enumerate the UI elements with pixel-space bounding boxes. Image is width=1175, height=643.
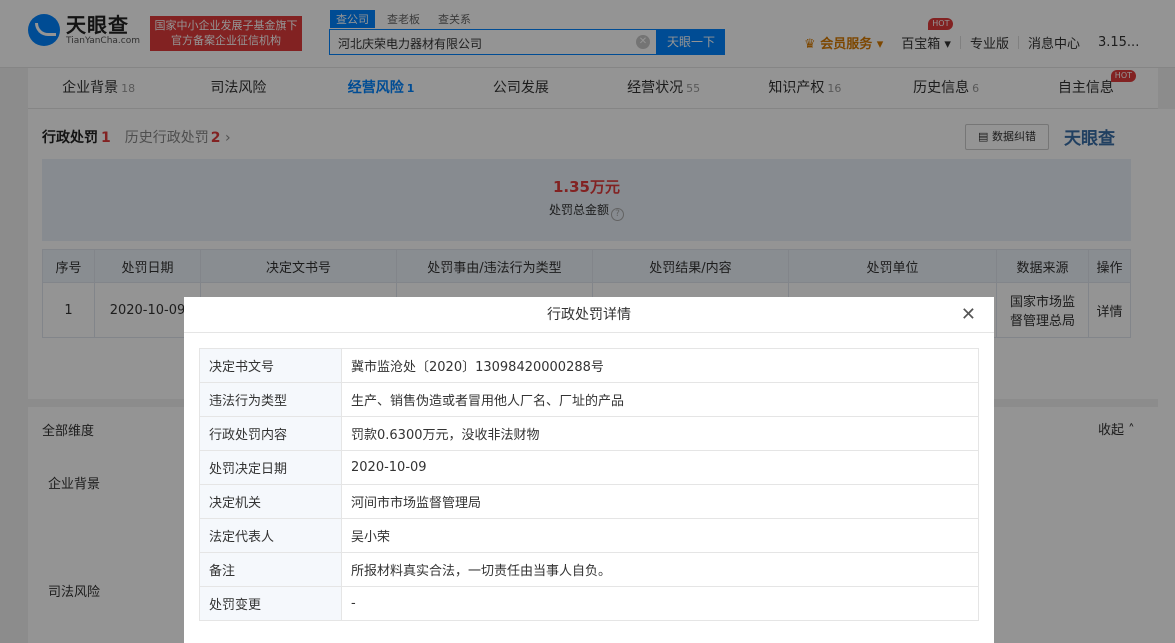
detail-row: 行政处罚内容 罚款0.6300万元，没收非法财物 [199,416,979,451]
detail-row: 违法行为类型 生产、销售伪造或者冒用他人厂名、厂址的产品 [199,382,979,417]
detail-row: 法定代表人 吴小荣 [199,518,979,553]
detail-row: 处罚决定日期 2020-10-09 [199,450,979,485]
detail-row: 决定机关 河间市市场监督管理局 [199,484,979,519]
detail-row: 决定书文号 冀市监沧处〔2020〕13098420000288号 [199,348,979,383]
close-icon[interactable]: ✕ [961,297,976,333]
legal-rep-link[interactable]: 吴小荣 [341,518,979,553]
detail-row: 处罚变更 - [199,586,979,621]
penalty-detail-modal: 行政处罚详情 ✕ 决定书文号 冀市监沧处〔2020〕13098420000288号… [184,297,994,643]
detail-table: 决定书文号 冀市监沧处〔2020〕13098420000288号 违法行为类型 生产… [199,348,979,621]
detail-row: 备注 所报材料真实合法，一切责任由当事人自负。 [199,552,979,587]
modal-title: 行政处罚详情 [547,307,631,323]
